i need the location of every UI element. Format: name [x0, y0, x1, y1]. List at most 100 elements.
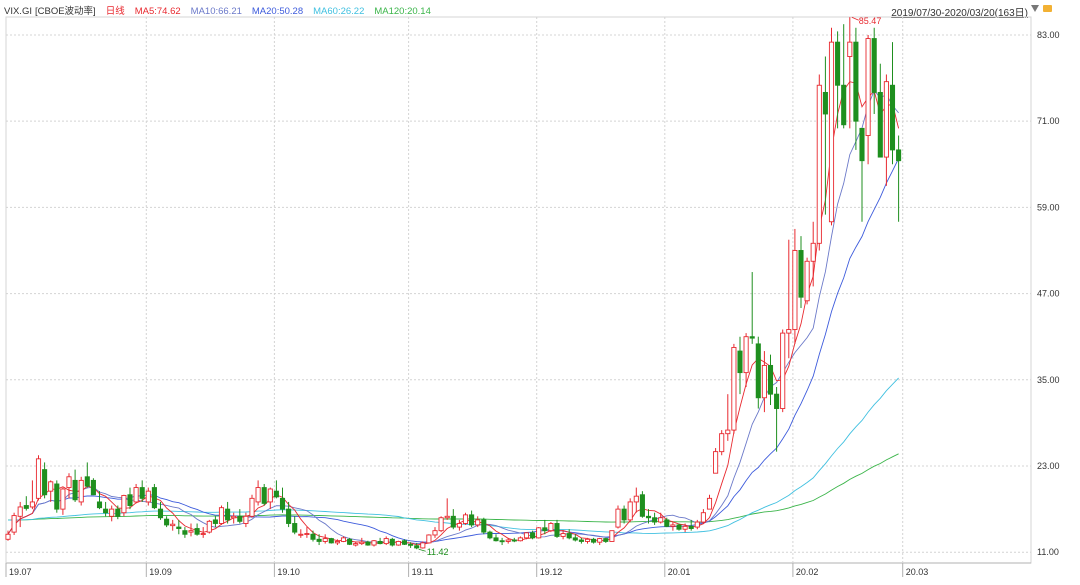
candle-body — [517, 537, 523, 542]
candle-body — [182, 530, 188, 535]
ma10-line — [7, 89, 899, 544]
candle-body — [725, 429, 731, 435]
candle-body — [414, 545, 420, 549]
max-marker-line — [851, 16, 859, 21]
candle-body — [871, 38, 877, 93]
candle-body — [395, 540, 401, 546]
candle-body — [749, 336, 755, 339]
candle-body — [688, 525, 694, 529]
candle-body — [188, 530, 194, 533]
candle-body — [103, 508, 109, 514]
x-tick-label: 20.01 — [668, 567, 691, 577]
candle-body — [462, 514, 469, 524]
candle-body — [633, 495, 639, 503]
candle-body — [353, 543, 359, 546]
x-tick-label: 19.07 — [9, 567, 32, 577]
candle-body — [609, 530, 615, 542]
candle-body — [286, 508, 292, 524]
candle-body — [267, 488, 273, 503]
candle-body — [743, 336, 749, 374]
candle-body — [877, 91, 883, 158]
candlestick-chart[interactable]: 83.00 71.00 59.00 47.00 35.00 23.00 11.00 19.07… — [0, 0, 1080, 585]
candle-body — [298, 533, 304, 536]
candle-body — [841, 84, 847, 126]
candle-body — [225, 508, 231, 521]
candle-body — [328, 538, 334, 544]
candle-body — [639, 494, 645, 517]
candle-body — [822, 91, 828, 115]
candle-body — [542, 527, 548, 532]
candle-body — [810, 242, 816, 262]
candle-body — [408, 543, 414, 546]
candle-body — [499, 540, 505, 543]
candle-body — [139, 487, 145, 499]
y-tick-label: 23.00 — [1037, 461, 1060, 471]
min-marker-line — [418, 548, 426, 552]
candle-body — [127, 494, 133, 506]
candle-body — [560, 533, 566, 537]
candle-body — [426, 534, 432, 544]
candle-body — [261, 487, 267, 504]
candle-body — [5, 533, 11, 540]
candle-body — [456, 523, 462, 528]
candle-body — [816, 84, 822, 244]
y-tick-label: 71.00 — [1037, 116, 1060, 126]
candle-body — [359, 541, 365, 545]
candle-body — [365, 541, 371, 546]
candle-body — [780, 332, 786, 409]
candle-body — [383, 538, 389, 545]
candle-body — [645, 515, 652, 519]
x-tick-label: 19.11 — [412, 567, 434, 577]
candle-body — [60, 488, 66, 510]
candle-body — [121, 495, 127, 514]
candle-body — [755, 343, 761, 399]
min-price-label: 11.42 — [427, 547, 449, 557]
candle-body — [621, 508, 627, 521]
candle-body — [90, 479, 96, 496]
candle-body — [536, 527, 542, 539]
y-tick-label: 59.00 — [1037, 202, 1060, 212]
candle-body — [792, 250, 798, 330]
candle-body — [377, 540, 383, 545]
x-tick-label: 19.12 — [540, 567, 563, 577]
candle-body — [255, 487, 261, 503]
candle-body — [432, 530, 438, 536]
candle-body — [719, 433, 725, 453]
candle-body — [896, 149, 902, 162]
candle-body — [145, 490, 151, 503]
candle-body — [523, 532, 530, 539]
candle-body — [615, 508, 621, 528]
candle-body — [237, 515, 243, 522]
candle-body — [737, 350, 743, 374]
candle-body — [29, 501, 35, 508]
candle-body — [847, 41, 853, 57]
candle-body — [401, 540, 408, 545]
candle-body — [316, 538, 322, 542]
candle-body — [481, 519, 487, 533]
candle-body — [170, 523, 176, 527]
y-tick-label: 47.00 — [1037, 289, 1060, 299]
candle-body — [200, 533, 206, 535]
candle-body — [865, 38, 871, 136]
candle-body — [340, 537, 347, 542]
candle-body — [334, 540, 340, 544]
candle-body — [883, 81, 889, 158]
max-price-label: 85.47 — [859, 16, 882, 26]
candle-body — [658, 517, 664, 523]
candle-body — [731, 347, 737, 431]
x-tick-label: 20.02 — [796, 567, 819, 577]
candle-body — [597, 538, 603, 543]
y-tick-label: 83.00 — [1037, 30, 1060, 40]
candle-body — [157, 508, 164, 519]
candle-body — [371, 540, 377, 546]
candle-body — [84, 476, 90, 487]
candle-body — [35, 458, 42, 499]
candle-body — [109, 508, 115, 517]
candle-body — [572, 537, 578, 541]
candle-body — [420, 542, 426, 549]
candle-body — [164, 518, 170, 526]
candle-body — [889, 84, 896, 151]
y-tick-label: 35.00 — [1037, 375, 1060, 385]
candle-body — [212, 519, 218, 524]
candle-body — [42, 469, 48, 496]
